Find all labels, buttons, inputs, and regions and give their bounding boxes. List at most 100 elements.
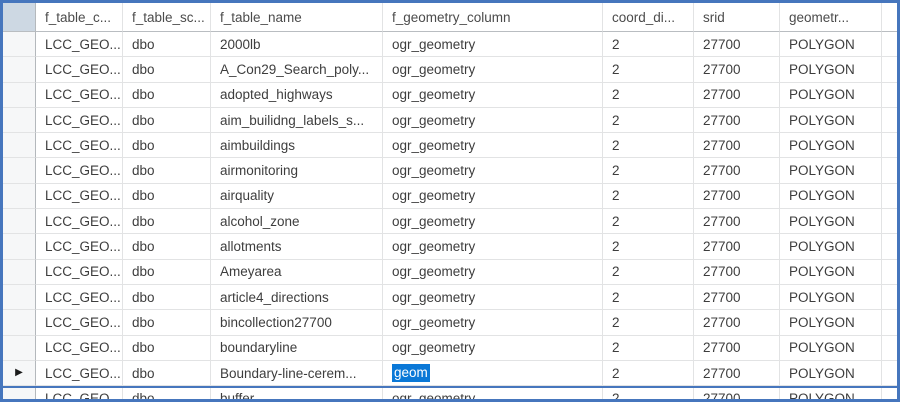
row-header[interactable]: ▶ xyxy=(3,360,36,387)
cell-f_table_sc[interactable]: dbo xyxy=(123,335,211,361)
cell-f_table_c[interactable]: LCC_GEO... xyxy=(36,209,123,235)
cell-f_table_c[interactable]: LCC_GEO... xyxy=(36,82,123,108)
cell-coord_di[interactable]: 2 xyxy=(603,158,694,184)
cell-f_geometry_column[interactable]: ogr_geometry xyxy=(383,133,603,159)
cell-f_table_name[interactable]: adopted_highways xyxy=(211,82,383,108)
column-header-f_geometry_column[interactable]: f_geometry_column xyxy=(383,3,603,32)
row-header[interactable] xyxy=(3,158,36,184)
row-header[interactable] xyxy=(3,386,36,399)
cell-f_table_sc[interactable]: dbo xyxy=(123,158,211,184)
column-header-srid[interactable]: srid xyxy=(694,3,780,32)
cell-geometr[interactable]: POLYGON xyxy=(780,32,882,58)
cell-geometr[interactable]: POLYGON xyxy=(780,158,882,184)
cell-f_table_name[interactable]: aimbuildings xyxy=(211,133,383,159)
cell-f_table_sc[interactable]: dbo xyxy=(123,209,211,235)
cell-f_table_sc[interactable]: dbo xyxy=(123,360,211,387)
row-header[interactable] xyxy=(3,234,36,260)
cell-geometr[interactable]: POLYGON xyxy=(780,82,882,108)
cell-f_geometry_column[interactable]: ogr_geometry xyxy=(383,158,603,184)
cell-geometr[interactable]: POLYGON xyxy=(780,284,882,311)
cell-srid[interactable]: 27700 xyxy=(694,386,780,399)
cell-coord_di[interactable]: 2 xyxy=(603,360,694,387)
cell-f_geometry_column[interactable]: ogr_geometry xyxy=(383,82,603,108)
cell-f_table_sc[interactable]: dbo xyxy=(123,259,211,285)
cell-f_geometry_column[interactable]: ogr_geometry xyxy=(383,32,603,58)
cell-geometr[interactable]: POLYGON xyxy=(780,107,882,134)
row-header[interactable] xyxy=(3,57,36,83)
cell-f_table_sc[interactable]: dbo xyxy=(123,133,211,159)
cell-f_table_sc[interactable]: dbo xyxy=(123,310,211,336)
cell-f_geometry_column[interactable]: ogr_geometry xyxy=(383,310,603,336)
cell-f_table_name[interactable]: Boundary-line-cerem... xyxy=(211,360,383,387)
cell-srid[interactable]: 27700 xyxy=(694,107,780,134)
row-header[interactable] xyxy=(3,310,36,336)
cell-f_table_name[interactable]: Ameyarea xyxy=(211,259,383,285)
cell-f_table_c[interactable]: LCC_GEO... xyxy=(36,57,123,83)
cell-geometr[interactable]: POLYGON xyxy=(780,57,882,83)
column-header-f_table_name[interactable]: f_table_name xyxy=(211,3,383,32)
column-header-coord_di[interactable]: coord_di... xyxy=(603,3,694,32)
cell-geometr[interactable]: POLYGON xyxy=(780,310,882,336)
cell-coord_di[interactable]: 2 xyxy=(603,335,694,361)
cell-f_table_name[interactable]: airmonitoring xyxy=(211,158,383,184)
cell-f_table_c[interactable]: LCC_GEO... xyxy=(36,386,123,399)
cell-coord_di[interactable]: 2 xyxy=(603,234,694,260)
cell-f_table_c[interactable]: LCC_GEO... xyxy=(36,133,123,159)
cell-f_table_name[interactable]: buffer xyxy=(211,386,383,399)
cell-f_table_sc[interactable]: dbo xyxy=(123,32,211,58)
cell-f_geometry_column[interactable]: ogr_geometry xyxy=(383,259,603,285)
cell-f_table_name[interactable]: aim_builidng_labels_s... xyxy=(211,107,383,134)
cell-f_table_name[interactable]: article4_directions xyxy=(211,284,383,311)
cell-f_table_c[interactable]: LCC_GEO... xyxy=(36,259,123,285)
cell-f_table_c[interactable]: LCC_GEO... xyxy=(36,234,123,260)
row-header[interactable] xyxy=(3,32,36,58)
cell-srid[interactable]: 27700 xyxy=(694,32,780,58)
cell-srid[interactable]: 27700 xyxy=(694,133,780,159)
cell-f_table_sc[interactable]: dbo xyxy=(123,57,211,83)
row-header[interactable] xyxy=(3,259,36,285)
cell-coord_di[interactable]: 2 xyxy=(603,209,694,235)
cell-coord_di[interactable]: 2 xyxy=(603,284,694,311)
cell-geometr[interactable]: POLYGON xyxy=(780,386,882,399)
select-all-corner[interactable] xyxy=(3,3,36,32)
cell-coord_di[interactable]: 2 xyxy=(603,32,694,58)
cell-f_table_sc[interactable]: dbo xyxy=(123,107,211,134)
cell-geometr[interactable]: POLYGON xyxy=(780,360,882,387)
cell-f_geometry_column[interactable]: ogr_geometry xyxy=(383,284,603,311)
row-header[interactable] xyxy=(3,209,36,235)
cell-coord_di[interactable]: 2 xyxy=(603,133,694,159)
cell-f_table_c[interactable]: LCC_GEO... xyxy=(36,335,123,361)
row-header[interactable] xyxy=(3,82,36,108)
cell-f_geometry_column[interactable]: ogr_geometry xyxy=(383,107,603,134)
cell-f_geometry_column[interactable]: ogr_geometry xyxy=(383,386,603,399)
cell-coord_di[interactable]: 2 xyxy=(603,259,694,285)
cell-f_table_name[interactable]: airquality xyxy=(211,183,383,210)
cell-srid[interactable]: 27700 xyxy=(694,234,780,260)
cell-f_geometry_column[interactable]: ogr_geometry xyxy=(383,335,603,361)
cell-coord_di[interactable]: 2 xyxy=(603,386,694,399)
cell-coord_di[interactable]: 2 xyxy=(603,57,694,83)
cell-geometr[interactable]: POLYGON xyxy=(780,234,882,260)
cell-f_table_name[interactable]: alcohol_zone xyxy=(211,209,383,235)
row-header[interactable] xyxy=(3,107,36,134)
cell-f_geometry_column[interactable]: ogr_geometry xyxy=(383,183,603,210)
cell-srid[interactable]: 27700 xyxy=(694,183,780,210)
cell-coord_di[interactable]: 2 xyxy=(603,310,694,336)
cell-f_geometry_column[interactable]: ogr_geometry xyxy=(383,57,603,83)
cell-srid[interactable]: 27700 xyxy=(694,57,780,83)
cell-srid[interactable]: 27700 xyxy=(694,284,780,311)
cell-geometr[interactable]: POLYGON xyxy=(780,133,882,159)
cell-geometr[interactable]: POLYGON xyxy=(780,259,882,285)
column-header-f_table_sc[interactable]: f_table_sc... xyxy=(123,3,211,32)
cell-srid[interactable]: 27700 xyxy=(694,209,780,235)
cell-f_table_c[interactable]: LCC_GEO... xyxy=(36,158,123,184)
cell-srid[interactable]: 27700 xyxy=(694,335,780,361)
cell-coord_di[interactable]: 2 xyxy=(603,82,694,108)
cell-geometr[interactable]: POLYGON xyxy=(780,183,882,210)
cell-f_table_sc[interactable]: dbo xyxy=(123,183,211,210)
cell-f_table_name[interactable]: 2000lb xyxy=(211,32,383,58)
row-header[interactable] xyxy=(3,133,36,159)
cell-srid[interactable]: 27700 xyxy=(694,158,780,184)
cell-f_geometry_column[interactable]: ogr_geometry xyxy=(383,234,603,260)
cell-f_table_sc[interactable]: dbo xyxy=(123,82,211,108)
